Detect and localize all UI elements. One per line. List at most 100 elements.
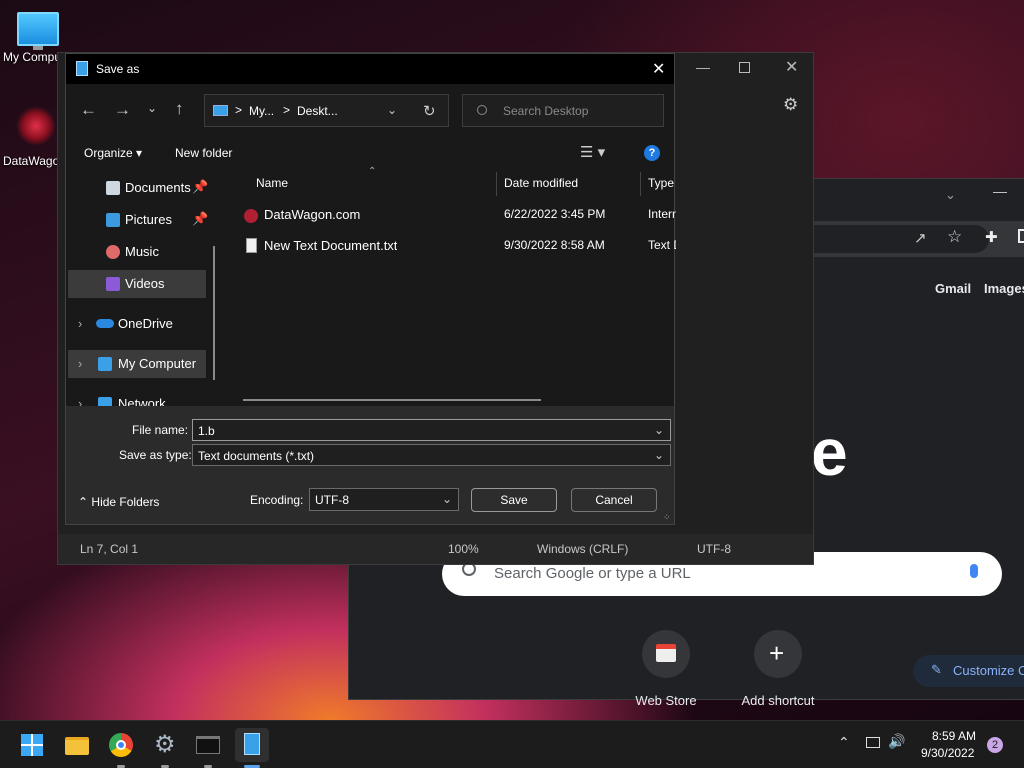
column-name[interactable]: Name <box>256 176 288 190</box>
bookmark-star-icon[interactable]: ☆ <box>947 227 962 247</box>
nav-item-music[interactable]: Music <box>68 238 206 266</box>
close-icon[interactable]: ✕ <box>652 59 665 79</box>
settings-gear-icon[interactable]: ⚙ <box>783 95 798 115</box>
notepad-taskbar-button[interactable] <box>235 728 269 768</box>
up-arrow-icon[interactable]: ↑ <box>175 99 184 119</box>
file-explorer-taskbar-button[interactable] <box>60 728 94 762</box>
back-arrow-icon[interactable]: ← <box>80 100 97 120</box>
recent-locations-chevron-icon[interactable]: ⌄ <box>147 101 157 115</box>
documents-icon <box>106 181 120 195</box>
pictures-icon <box>106 213 120 227</box>
share-icon[interactable]: ↗ <box>914 229 927 247</box>
navigation-pane: Documents 📌 Pictures 📌 Music Videos › On… <box>66 172 216 406</box>
refresh-icon[interactable]: ↻ <box>423 102 436 120</box>
encoding-select[interactable]: UTF-8 ⌄ <box>309 488 459 511</box>
resize-grip-icon[interactable]: ⁘ <box>663 512 671 523</box>
maximize-icon[interactable] <box>739 62 750 73</box>
close-icon[interactable]: ✕ <box>785 57 798 77</box>
nav-item-onedrive[interactable]: › OneDrive <box>68 310 206 338</box>
hide-folders-button[interactable]: ⌃ Hide Folders <box>78 495 159 509</box>
expand-chevron-icon[interactable]: › <box>78 316 82 331</box>
music-icon <box>106 245 120 259</box>
nav-item-videos[interactable]: Videos <box>68 270 206 298</box>
nav-item-pictures[interactable]: Pictures 📌 <box>68 206 208 234</box>
google-logo: e <box>811 415 848 489</box>
microphone-icon[interactable] <box>970 564 978 578</box>
file-list: ⌃ Name Date modified Type DataWagon.com … <box>226 166 676 406</box>
images-link[interactable]: Images <box>984 281 1024 296</box>
breadcrumb-desktop[interactable]: Deskt... <box>297 104 338 118</box>
save-as-type-label: Save as type: <box>119 448 192 462</box>
nav-item-network[interactable]: › Network <box>68 390 206 406</box>
organize-menu[interactable]: Organize ▾ <box>84 146 142 160</box>
chevron-down-icon[interactable]: ⌄ <box>654 448 664 462</box>
shortcut-web-store[interactable] <box>642 630 690 678</box>
folder-icon <box>65 737 89 755</box>
internet-shortcut-icon <box>244 209 258 223</box>
save-as-dialog: Save as ✕ ← → ⌄ ↑ > My... > Deskt... ⌄ ↻… <box>65 53 676 525</box>
web-store-icon <box>656 644 676 662</box>
clock-date[interactable]: 9/30/2022 <box>921 746 974 760</box>
search-placeholder: Search Google or type a URL <box>494 565 691 582</box>
horizontal-scrollbar[interactable] <box>243 399 541 401</box>
nav-scrollbar[interactable] <box>213 246 215 380</box>
forward-arrow-icon[interactable]: → <box>114 100 131 120</box>
column-divider <box>640 172 641 196</box>
cancel-button[interactable]: Cancel <box>571 488 657 512</box>
side-panel-icon[interactable] <box>1018 229 1024 243</box>
minimize-icon[interactable]: — <box>993 183 1007 199</box>
text-file-icon <box>246 238 257 253</box>
start-button[interactable] <box>15 728 49 762</box>
notepad-status-bar: Ln 7, Col 1 100% Windows (CRLF) UTF-8 <box>58 534 813 564</box>
extensions-icon[interactable]: ✚ <box>985 228 998 246</box>
file-name-input[interactable]: 1.b ⌄ <box>192 419 671 441</box>
terminal-taskbar-button[interactable] <box>191 728 225 768</box>
computer-icon <box>213 105 228 116</box>
address-bar[interactable]: > My... > Deskt... ⌄ ↻ <box>204 94 449 127</box>
new-folder-button[interactable]: New folder <box>175 146 232 160</box>
search-desktop-input[interactable]: Search Desktop <box>462 94 664 127</box>
nav-item-documents[interactable]: Documents 📌 <box>68 174 209 202</box>
settings-taskbar-button[interactable]: ⚙ <box>148 728 182 768</box>
encoding-label: Encoding: <box>250 493 304 507</box>
gmail-link[interactable]: Gmail <box>935 281 971 296</box>
nav-item-my-computer[interactable]: › My Computer <box>68 350 206 378</box>
notepad-app-icon <box>76 61 88 76</box>
network-icon[interactable] <box>866 737 880 748</box>
column-type[interactable]: Type <box>648 176 674 190</box>
videos-icon <box>106 277 120 291</box>
column-date-modified[interactable]: Date modified <box>504 176 578 190</box>
breadcrumb-my-computer[interactable]: My... <box>249 104 274 118</box>
chevron-down-icon[interactable]: ⌄ <box>654 423 664 437</box>
save-as-type-select[interactable]: Text documents (*.txt) ⌄ <box>192 444 671 466</box>
terminal-icon <box>196 736 220 754</box>
shortcut-label: Web Store <box>635 693 697 708</box>
datawagon-icon <box>16 106 56 146</box>
volume-icon[interactable]: 🔊 <box>888 733 905 750</box>
minimize-icon[interactable]: — <box>696 59 710 75</box>
breadcrumb-separator: > <box>283 103 291 117</box>
zoom-level: 100% <box>448 542 479 556</box>
settings-gear-icon: ⚙ <box>154 731 176 758</box>
chrome-taskbar-button[interactable] <box>104 728 138 768</box>
customize-chrome-button[interactable]: ✎ Customize C <box>913 655 1024 687</box>
add-shortcut-button[interactable]: + <box>754 630 802 678</box>
show-hidden-icons-chevron-icon[interactable]: ⌃ <box>838 734 850 751</box>
save-button[interactable]: Save <box>471 488 557 512</box>
chrome-icon-center <box>116 740 126 750</box>
view-options-icon[interactable]: ☰ ▾ <box>580 143 605 161</box>
expand-chevron-icon[interactable]: › <box>78 356 82 371</box>
chevron-up-icon: ⌃ <box>78 495 89 509</box>
chevron-down-icon[interactable]: ⌄ <box>442 492 452 506</box>
expand-chevron-icon[interactable]: › <box>78 396 82 406</box>
chevron-down-icon[interactable]: ⌄ <box>945 187 956 203</box>
help-icon[interactable]: ? <box>644 145 660 161</box>
file-row[interactable]: DataWagon.com 6/22/2022 3:45 PM Intern <box>226 200 676 230</box>
onedrive-cloud-icon <box>96 319 114 328</box>
clock-time[interactable]: 8:59 AM <box>932 729 976 743</box>
file-row[interactable]: New Text Document.txt 9/30/2022 8:58 AM … <box>226 231 676 261</box>
notification-badge[interactable]: 2 <box>987 737 1003 753</box>
address-dropdown-icon[interactable]: ⌄ <box>387 103 397 117</box>
pin-icon: 📌 <box>192 179 209 194</box>
notepad-icon <box>244 733 260 755</box>
